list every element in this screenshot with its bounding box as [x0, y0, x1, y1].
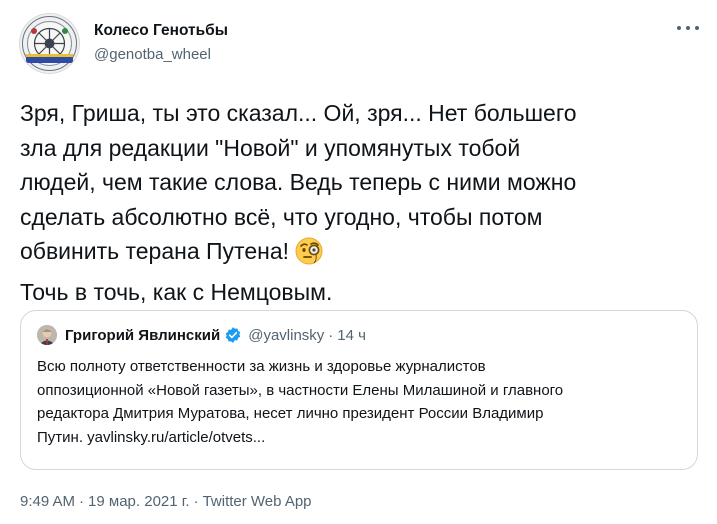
- tweet: Колесо Генотьбы @genotba_wheel Зря, Гриш…: [0, 0, 717, 524]
- quoted-tweet[interactable]: Григорий Явлинский @yavlinsky · 14 ч Всю…: [20, 310, 698, 470]
- verified-badge-icon: [224, 326, 242, 344]
- quote-author-avatar[interactable]: [37, 325, 57, 345]
- separator-dot: ·: [193, 493, 199, 510]
- author-name[interactable]: Колесо Генотьбы: [94, 22, 228, 40]
- separator-dot: ·: [328, 326, 334, 344]
- source-app-link[interactable]: Twitter Web App: [203, 493, 312, 510]
- quote-author-name[interactable]: Григорий Явлинский: [65, 327, 220, 344]
- more-options-icon[interactable]: [677, 20, 699, 36]
- quote-text-line: оппозиционной «Новой газеты», в частност…: [37, 381, 564, 399]
- tweet-time[interactable]: 9:49 AM: [20, 493, 75, 510]
- quote-text-line: Путин. yavlinsky.ru/article/otvets...: [37, 428, 266, 446]
- tweet-text-line: людей, чем такие слова. Ведь теперь с ни…: [20, 169, 577, 195]
- tweet-text-line: Зря, Гриша, ты это сказал... Ой, зря... …: [20, 100, 577, 126]
- quote-author-handle[interactable]: @yavlinsky: [248, 327, 324, 344]
- seal-logo-icon: [20, 14, 79, 73]
- quote-timestamp[interactable]: 14 ч: [337, 327, 366, 344]
- tweet-date[interactable]: 19 мар. 2021 г.: [88, 493, 190, 510]
- tweet-text-line-with-emoji: обвинить терана Путена!: [20, 234, 700, 275]
- separator-dot: ·: [79, 493, 85, 510]
- tweet-meta: 9:49 AM · 19 мар. 2021 г. · Twitter Web …: [20, 493, 312, 510]
- quote-text: Всю полноту ответственности за жизнь и з…: [37, 355, 687, 449]
- quote-text-line: редактора Дмитрия Муратова, несет лично …: [37, 405, 544, 422]
- tweet-text-line: Точь в точь, как с Немцовым.: [20, 278, 333, 305]
- author-avatar[interactable]: [20, 14, 79, 73]
- quote-text-line: Всю полноту ответственности за жизнь и з…: [37, 358, 486, 375]
- quote-header: Григорий Явлинский @yavlinsky · 14 ч: [65, 325, 366, 345]
- tweet-text-line: зла для редакции "Новой" и упомянутых то…: [20, 134, 521, 161]
- tweet-text-line: сделать абсолютно всё, что угодно, чтобы…: [20, 203, 543, 230]
- author-handle[interactable]: @genotba_wheel: [94, 46, 211, 63]
- person-photo-icon: [37, 325, 57, 345]
- tweet-text: Зря, Гриша, ты это сказал... Ой, зря... …: [20, 96, 700, 309]
- tweet-text-segment: обвинить терана Путена!: [20, 238, 290, 264]
- face-with-monocle-icon: [295, 237, 323, 275]
